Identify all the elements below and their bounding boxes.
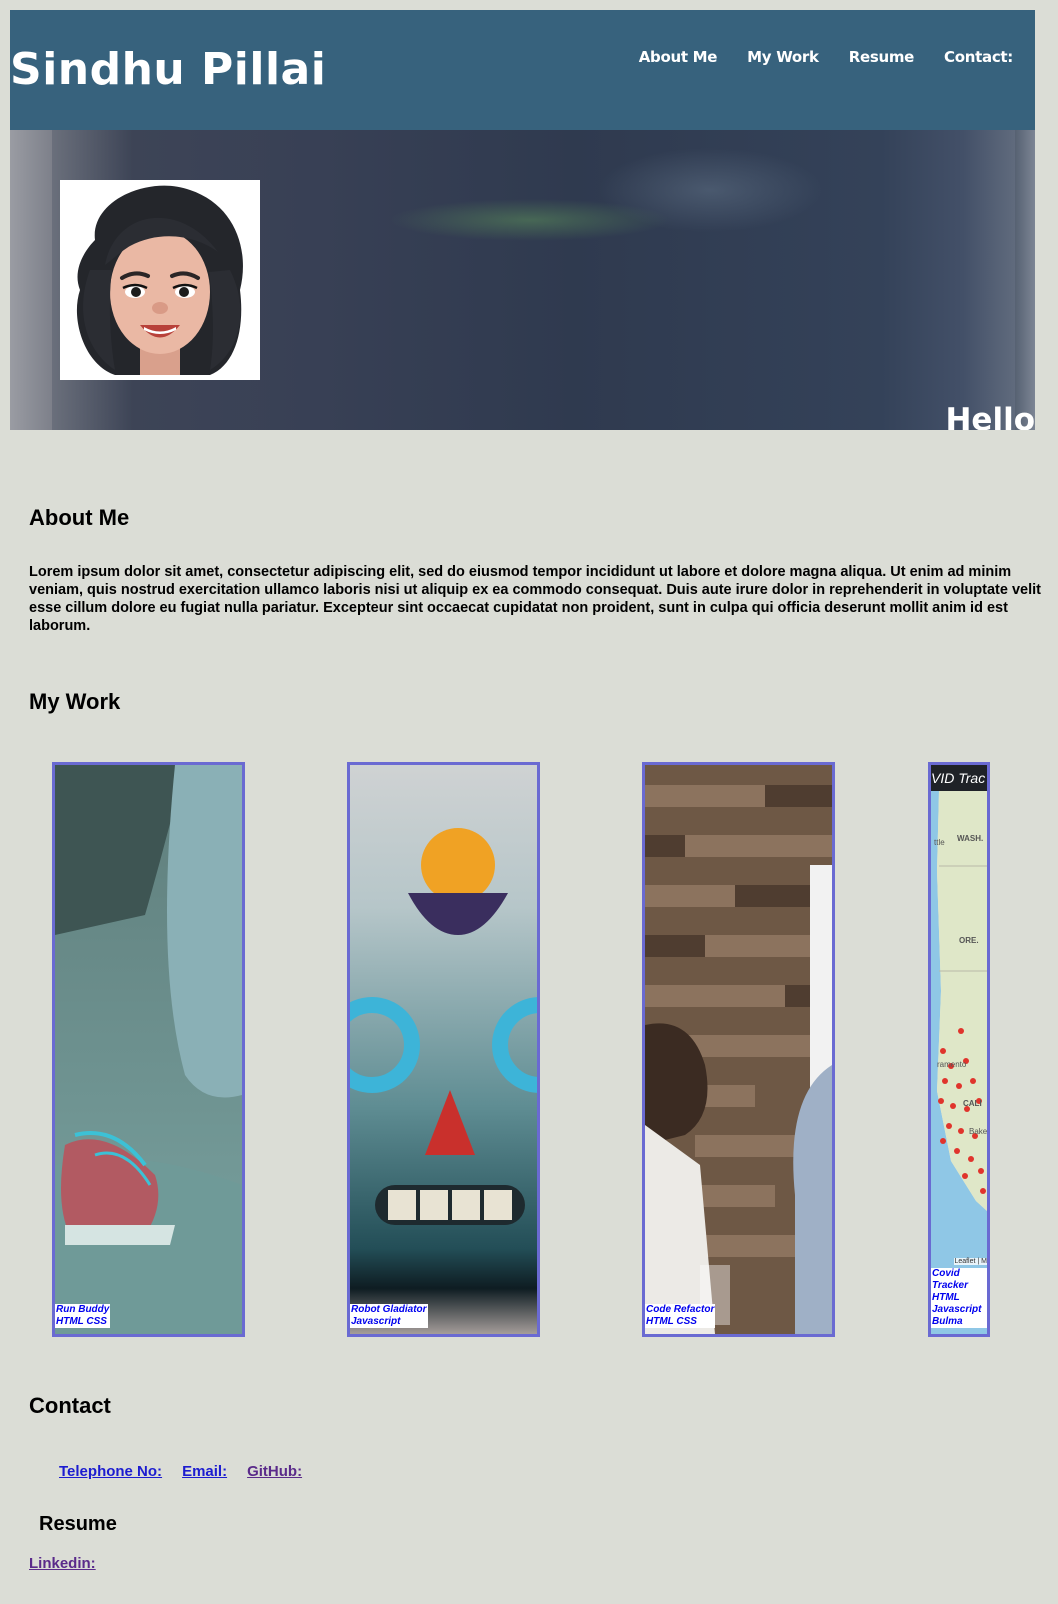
map-label: ramento [937,1060,967,1069]
project-caption: Code Refactor HTML CSS [645,1304,716,1328]
resume-heading: Resume [39,1513,117,1535]
nav-contact[interactable]: Contact: [944,48,1013,66]
project-caption: Robot Gladiator Javascript [350,1304,428,1328]
contact-links: Telephone No: Email: GitHub: [59,1463,302,1480]
hero-greeting: Hello [945,402,1035,430]
project-tech: HTML CSS [56,1316,107,1327]
project-tech: Javascript [351,1316,401,1327]
hero-banner: Hello [10,130,1035,430]
map-label: CALI [963,1099,982,1108]
map-attribution: Leaflet | M [954,1258,987,1265]
about-text: Lorem ipsum dolor sit amet, consectetur … [29,564,1041,634]
work-heading: My Work [29,689,121,714]
nav-my-work[interactable]: My Work [747,48,819,66]
project-name: Covid Tracker [932,1268,968,1291]
site-title: Sindhu Pillai [10,44,327,95]
project-image: VID Trac ttle WASH. ORE. CALI Bake ramen… [931,765,987,1334]
avatar [60,180,260,380]
project-name: Code Refactor [646,1304,715,1315]
project-name: Robot Gladiator [351,1304,427,1315]
nav-about-me[interactable]: About Me [639,48,718,66]
project-caption: Run Buddy HTML CSS [55,1304,111,1328]
telephone-link[interactable]: Telephone No: [59,1463,162,1480]
project-card-covid-tracker[interactable]: VID Trac ttle WASH. ORE. CALI Bake ramen… [928,762,990,1337]
email-link[interactable]: Email: [182,1463,227,1480]
project-image [350,765,537,1334]
github-link[interactable]: GitHub: [247,1463,302,1480]
project-tech: HTML Javascript Bulma [932,1292,982,1327]
linkedin-link[interactable]: Linkedin: [29,1555,96,1572]
about-heading: About Me [29,505,130,530]
project-image [645,765,832,1334]
map-label: Bake [969,1127,988,1136]
map-label: WASH. [957,834,984,843]
main-nav: About Me My Work Resume Contact: [639,48,1014,66]
project-card-run-buddy[interactable]: Run Buddy HTML CSS [52,762,245,1337]
project-name: Run Buddy [56,1304,110,1315]
nav-resume[interactable]: Resume [849,48,915,66]
project-card-robot-gladiator[interactable]: Robot Gladiator Javascript [347,762,540,1337]
map-label: ttle [934,838,945,847]
contact-heading: Contact [29,1393,111,1418]
project-image [55,765,242,1334]
map-label: ORE. [959,936,979,945]
site-header: Sindhu Pillai About Me My Work Resume Co… [10,10,1035,130]
hero-bg-stripe [1015,130,1035,430]
project-card-code-refactor[interactable]: Code Refactor HTML CSS [642,762,835,1337]
map-title: VID Trac [931,765,987,791]
hero-bg-stripe [10,130,52,430]
project-tech: HTML CSS [646,1316,697,1327]
project-caption: Covid Tracker HTML Javascript Bulma [931,1268,987,1328]
